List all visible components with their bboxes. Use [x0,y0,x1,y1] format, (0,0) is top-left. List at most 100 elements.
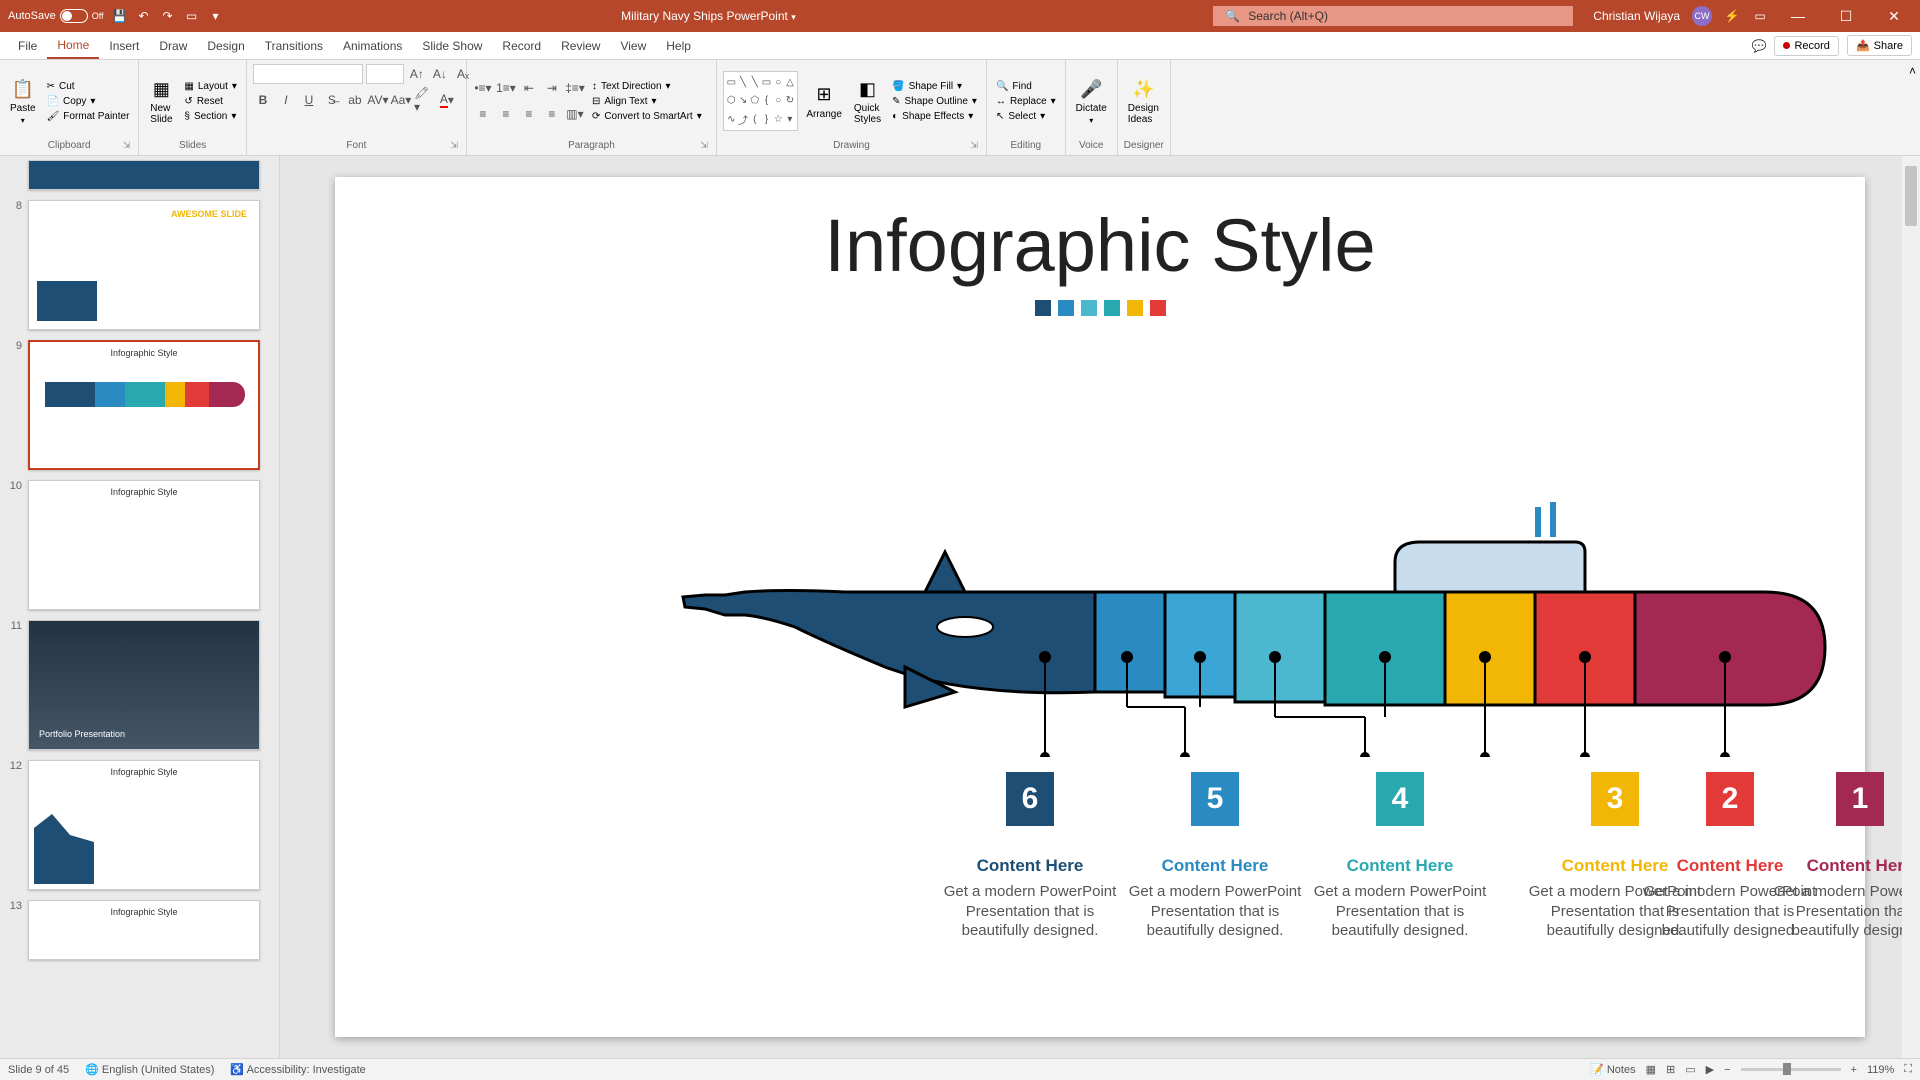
tab-transitions[interactable]: Transitions [255,34,333,58]
vertical-scrollbar[interactable] [1902,156,1920,1058]
new-slide-button[interactable]: ▦New Slide [145,75,177,127]
text-direction-button[interactable]: ↕ Text Direction ▾ [589,80,705,93]
record-button[interactable]: Record [1774,36,1838,56]
dictate-button[interactable]: 🎤Dictate▾ [1072,75,1111,127]
fit-window-icon[interactable]: ⛶ [1904,1063,1912,1076]
increase-font-icon[interactable]: A↑ [407,64,427,84]
format-painter-button[interactable]: 🖌 Format Painter [44,110,133,123]
decrease-font-icon[interactable]: A↓ [430,64,450,84]
undo-icon[interactable]: ↶ [136,8,152,24]
layout-button[interactable]: ▦ Layout ▾ [181,80,240,93]
columns-button[interactable]: ▥▾ [565,104,585,124]
slide-thumb-9[interactable]: Infographic Style [28,340,260,470]
bold-button[interactable]: B [253,90,273,110]
slide-editor[interactable]: Infographic Style [280,156,1920,1058]
line-spacing-button[interactable]: ‡≡▾ [565,78,585,98]
spacing-button[interactable]: AV▾ [368,90,388,110]
slide-thumb-10[interactable]: Infographic Style [28,480,260,610]
reading-view-icon[interactable]: ▭ [1685,1063,1695,1076]
tab-review[interactable]: Review [551,34,610,58]
slide-thumb-11[interactable]: Portfolio Presentation [28,620,260,750]
highlight-button[interactable]: 🖍▾ [414,90,434,110]
language-status[interactable]: 🌐 English (United States) [85,1063,214,1076]
tab-draw[interactable]: Draw [149,34,197,58]
tab-slideshow[interactable]: Slide Show [412,34,492,58]
close-icon[interactable]: ✕ [1876,2,1912,30]
shape-outline-button[interactable]: ✎ Shape Outline ▾ [889,95,980,108]
strike-button[interactable]: S̶ [322,90,342,110]
slide-thumb-13[interactable]: Infographic Style [28,900,260,960]
align-right-button[interactable]: ≡ [519,104,539,124]
redo-icon[interactable]: ↷ [160,8,176,24]
search-input[interactable]: 🔍 Search (Alt+Q) [1213,6,1573,26]
smartart-button[interactable]: ⟳ Convert to SmartArt ▾ [589,110,705,123]
replace-button[interactable]: ↔ Replace ▾ [993,95,1059,108]
tab-help[interactable]: Help [656,34,701,58]
italic-button[interactable]: I [276,90,296,110]
find-button[interactable]: 🔍 Find [993,80,1059,93]
normal-view-icon[interactable]: ▦ [1646,1063,1656,1076]
qat-dropdown-icon[interactable]: ▾ [208,8,224,24]
slideshow-view-icon[interactable]: ▶ [1706,1063,1714,1076]
coming-soon-icon[interactable]: ⚡ [1724,8,1740,24]
callout-4[interactable]: 4 Content Here Get a modern PowerPoint P… [1305,772,1495,941]
font-color-button[interactable]: A▾ [437,90,457,110]
submarine-graphic[interactable] [665,497,1865,757]
autosave-toggle[interactable]: AutoSave Off [8,9,104,23]
tab-design[interactable]: Design [197,34,254,58]
sorter-view-icon[interactable]: ⊞ [1666,1063,1675,1076]
callout-5[interactable]: 5 Content Here Get a modern PowerPoint P… [1120,772,1310,941]
bullets-button[interactable]: •≡▾ [473,78,493,98]
shape-effects-button[interactable]: ◐ Shape Effects ▾ [889,110,980,123]
zoom-slider[interactable] [1741,1068,1841,1071]
paste-button[interactable]: 📋Paste▾ [6,75,40,127]
collapse-ribbon-icon[interactable]: ˄ [1909,64,1916,78]
minimize-icon[interactable]: — [1780,2,1816,30]
slide-thumb-12[interactable]: Infographic Style [28,760,260,890]
align-text-button[interactable]: ⊟ Align Text ▾ [589,95,705,108]
ribbon-mode-icon[interactable]: ▭ [1752,8,1768,24]
comments-icon[interactable]: 💬 [1752,39,1767,53]
tab-file[interactable]: File [8,34,47,58]
slide-counter[interactable]: Slide 9 of 45 [8,1064,69,1076]
shadow-button[interactable]: ab [345,90,365,110]
slide-title[interactable]: Infographic Style [335,177,1865,288]
design-ideas-button[interactable]: ✨Design Ideas [1124,75,1163,127]
outdent-button[interactable]: ⇤ [519,78,539,98]
justify-button[interactable]: ≡ [542,104,562,124]
slide-thumb-8[interactable]: AWESOME SLIDE [28,200,260,330]
zoom-in-icon[interactable]: + [1851,1064,1857,1076]
align-left-button[interactable]: ≡ [473,104,493,124]
numbering-button[interactable]: 1≡▾ [496,78,516,98]
section-button[interactable]: § Section ▾ [181,110,240,123]
shape-fill-button[interactable]: 🪣 Shape Fill ▾ [889,80,980,93]
callout-1[interactable]: 1 Content Here Get a modern PowerPoint P… [1765,772,1920,941]
maximize-icon[interactable]: ☐ [1828,2,1864,30]
underline-button[interactable]: U [299,90,319,110]
align-center-button[interactable]: ≡ [496,104,516,124]
quick-styles-button[interactable]: ◧Quick Styles [850,75,885,127]
slide-thumb-7[interactable] [28,160,260,190]
tab-insert[interactable]: Insert [99,34,149,58]
indent-button[interactable]: ⇥ [542,78,562,98]
save-icon[interactable]: 💾 [112,8,128,24]
tab-home[interactable]: Home [47,33,99,59]
slide-thumbnails-panel[interactable]: 8AWESOME SLIDE 9Infographic Style 10Info… [0,156,280,1058]
copy-button[interactable]: 📄 Copy ▾ [44,95,133,108]
user-name[interactable]: Christian Wijaya [1593,9,1680,23]
slide-canvas[interactable]: Infographic Style [335,177,1865,1037]
arrange-button[interactable]: ⊞Arrange [802,81,846,122]
tab-view[interactable]: View [610,34,656,58]
zoom-level[interactable]: 119% [1867,1064,1894,1076]
shapes-gallery[interactable]: ▭╲╲▭○△ ⬡↘⬠{○↻ ∿⤴(}☆▾ [723,71,798,131]
notes-button[interactable]: 📝 Notes [1590,1063,1636,1076]
zoom-out-icon[interactable]: − [1724,1064,1730,1076]
avatar[interactable]: CW [1692,6,1712,26]
case-button[interactable]: Aa▾ [391,90,411,110]
present-icon[interactable]: ▭ [184,8,200,24]
reset-button[interactable]: ↺ Reset [181,95,240,108]
cut-button[interactable]: ✂ Cut [44,80,133,93]
font-size-select[interactable] [366,64,404,84]
select-button[interactable]: ↖ Select ▾ [993,110,1059,123]
callout-6[interactable]: 6 Content Here Get a modern PowerPoint P… [935,772,1125,941]
